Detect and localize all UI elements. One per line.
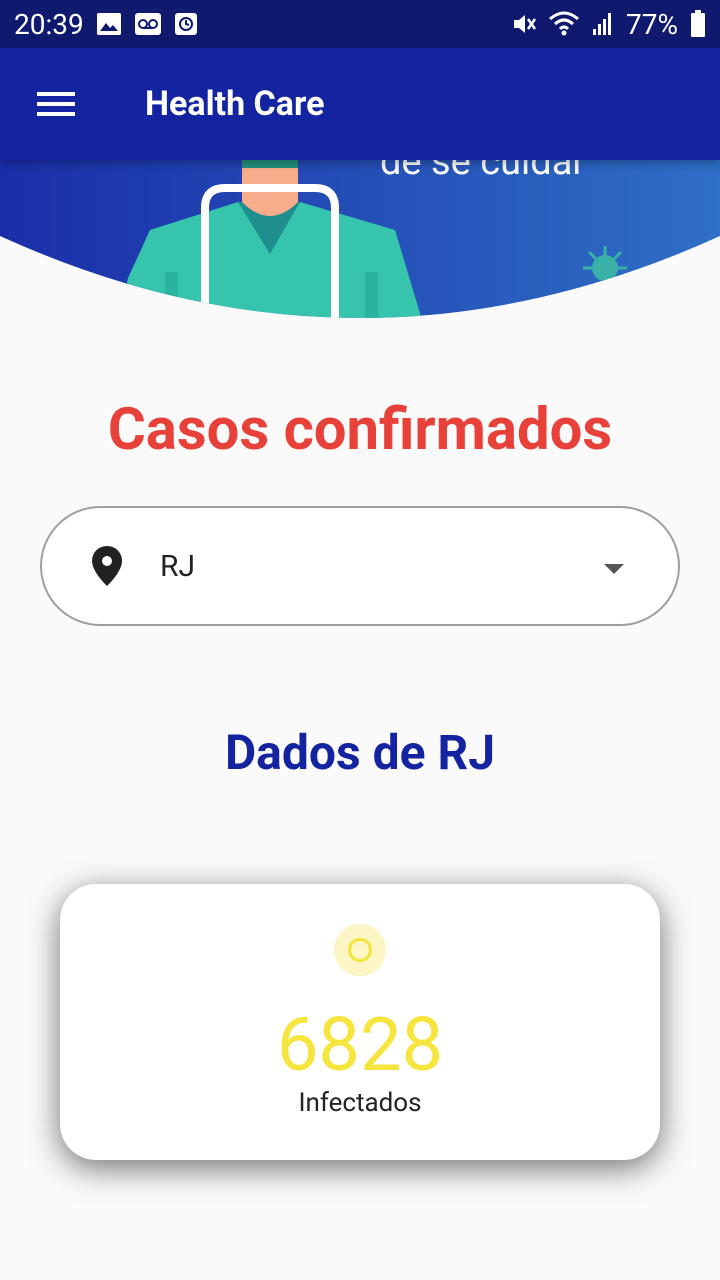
stat-label: Infectados: [298, 1088, 422, 1118]
status-ring: [348, 938, 372, 962]
section-subtitle: Dados de RJ: [224, 724, 496, 781]
battery-percent: 77%: [626, 7, 678, 41]
status-left: 20:39: [14, 8, 198, 41]
stat-card-infected: 6828 Infectados: [60, 884, 660, 1160]
voicemail-icon: [134, 13, 161, 35]
wifi-icon: [549, 11, 579, 36]
location-select-value: RJ: [160, 548, 196, 584]
mute-icon: [514, 15, 537, 33]
hero-banner: [0, 160, 720, 318]
app-title: Health Care: [145, 84, 325, 124]
gallery-icon: [96, 13, 121, 35]
signal-icon: [593, 13, 612, 35]
app-bar: Health Care: [0, 48, 720, 160]
status-bar: 20:39 77%: [0, 0, 720, 48]
page-title: Casos confirmados: [107, 396, 613, 464]
location-pin-icon: [92, 546, 122, 586]
clock-icon: [174, 13, 197, 35]
status-right: 77%: [510, 8, 706, 41]
menu-icon: [37, 92, 75, 116]
stat-value: 6828: [276, 1002, 444, 1089]
dropdown-caret-icon: [604, 564, 624, 574]
battery-icon: [691, 10, 705, 37]
status-circle-icon: [334, 924, 386, 976]
location-select[interactable]: RJ: [40, 506, 680, 626]
menu-button[interactable]: [0, 48, 112, 160]
status-time: 20:39: [14, 7, 84, 41]
